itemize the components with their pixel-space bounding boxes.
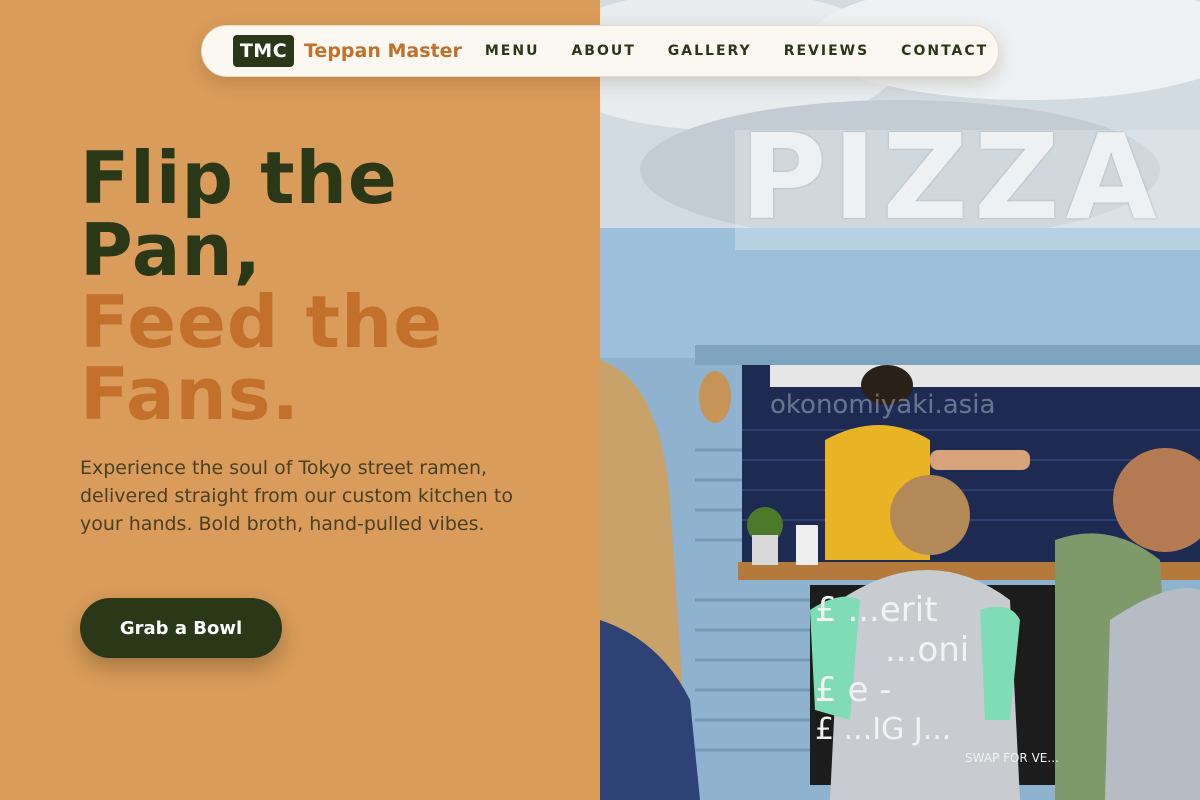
- nav-links: MENU ABOUT GALLERY REVIEWS CONTACT: [485, 43, 988, 59]
- hero-description: Experience the soul of Tokyo street rame…: [80, 457, 513, 535]
- brand-logo-badge[interactable]: TMC: [233, 35, 294, 67]
- chalkboard-line: £ ...IG J...: [815, 712, 952, 747]
- hero-title-line: Pan,: [80, 208, 263, 292]
- hero-photo: PIZZA okonomiyaki.asia £ ...erit ...oni …: [600, 0, 1200, 800]
- chalkboard-line: SWAP FOR VE...: [965, 751, 1059, 765]
- grab-a-bowl-button[interactable]: Grab a Bowl: [80, 598, 282, 658]
- sign-text: PIZZA: [740, 108, 1163, 246]
- chalkboard-text: £ ...erit ...oni £ e - £ ...IG J... SWAP…: [815, 590, 1075, 766]
- chalkboard-line: £ ...erit: [815, 590, 938, 630]
- hero-title-accent-line: Fans.: [80, 352, 301, 436]
- chalkboard-line: £ e -: [815, 670, 892, 710]
- top-navigation: TMC Teppan Master MENU ABOUT GALLERY REV…: [201, 25, 999, 77]
- brand-name[interactable]: Teppan Master: [304, 40, 462, 62]
- nav-link-contact[interactable]: CONTACT: [901, 43, 988, 59]
- hero-title: Flip the Pan, Feed the Fans.: [80, 142, 560, 430]
- nav-link-gallery[interactable]: GALLERY: [668, 43, 752, 59]
- nav-link-reviews[interactable]: REVIEWS: [784, 43, 869, 59]
- nav-link-menu[interactable]: MENU: [485, 43, 540, 59]
- nav-link-about[interactable]: ABOUT: [571, 43, 635, 59]
- chalkboard-line: ...oni: [885, 630, 970, 670]
- hero-title-line: Flip the: [80, 136, 398, 220]
- photo-watermark: okonomiyaki.asia: [770, 390, 996, 420]
- hero-title-accent-line: Feed the: [80, 280, 444, 364]
